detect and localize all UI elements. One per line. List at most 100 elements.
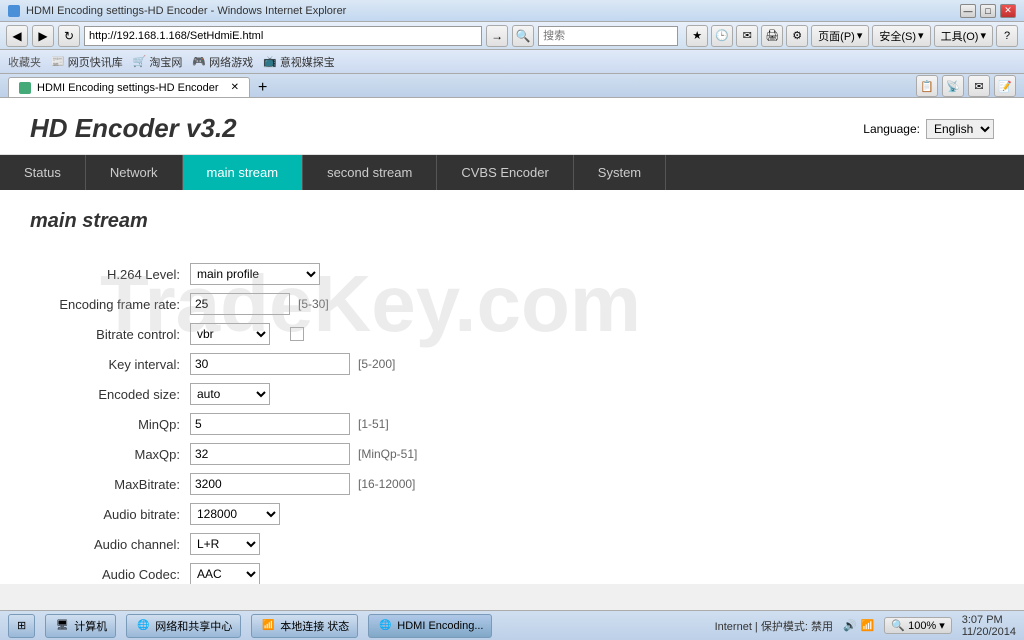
clock: 3:07 PM 11/20/2014 xyxy=(962,614,1016,638)
tab-favicon xyxy=(19,82,31,94)
language-selector: Language: English xyxy=(863,119,994,139)
zoom-icon: 🔍 xyxy=(891,619,905,632)
checkbox-bitrate[interactable] xyxy=(290,327,304,341)
page-title: HD Encoder v3.2 xyxy=(30,113,237,144)
select-audio-codec[interactable]: AAC MP3 xyxy=(190,563,260,584)
feeds-icon[interactable]: 📡 xyxy=(942,75,964,97)
tab-main-stream[interactable]: main stream xyxy=(183,155,304,190)
page-header: HD Encoder v3.2 Language: English xyxy=(0,98,1024,155)
tab-bar: HDMI Encoding settings-HD Encoder ✕ + 📋 … xyxy=(0,74,1024,98)
taskbar-network[interactable]: 🌐 网络和共享中心 xyxy=(126,614,241,638)
taskbar-hdmi-label: HDMI Encoding... xyxy=(397,620,483,632)
zoom-dropdown-icon: ▾ xyxy=(939,619,945,632)
go-button[interactable]: → xyxy=(486,25,508,47)
system-tray: 🔊 📶 xyxy=(843,619,874,632)
start-button[interactable]: ⊞ xyxy=(8,614,35,638)
new-tab-button[interactable]: + xyxy=(254,79,271,97)
form-row-key-interval: Key interval: [5-200] xyxy=(30,353,994,375)
computer-icon: 🖥 xyxy=(54,618,70,634)
form-row-audio-channel: Audio channel: L+R L R xyxy=(30,533,994,555)
speaker-icon: 🔊 xyxy=(843,619,857,632)
windows-icon: ⊞ xyxy=(17,619,26,632)
status-indicator: Internet | 保护模式: 禁用 xyxy=(715,618,833,634)
form-row-audio-bitrate: Audio bitrate: 128000 64000 256000 xyxy=(30,503,994,525)
history-icon[interactable]: 🕒 xyxy=(711,25,733,47)
form-row-h264-level: H.264 Level: main profile baseline high xyxy=(30,263,994,285)
research-icon[interactable]: 📋 xyxy=(916,75,938,97)
label-audio-channel: Audio channel: xyxy=(30,537,190,552)
browser-toolbar: ◀ ▶ ↻ → 🔍 ★ 🕒 ✉ 🖨 ⚙ 页面(P) ▾ 安全(S) ▾ 工具(O… xyxy=(0,22,1024,50)
browser-title: HDMI Encoding settings-HD Encoder - Wind… xyxy=(26,5,960,17)
back-button[interactable]: ◀ xyxy=(6,25,28,47)
label-encoded-size: Encoded size: xyxy=(30,387,190,402)
taskbar-network-label: 网络和共享中心 xyxy=(155,618,232,634)
tab-cvbs-encoder[interactable]: CVBS Encoder xyxy=(437,155,573,190)
tab-label: HDMI Encoding settings-HD Encoder xyxy=(37,82,219,94)
network-tray-icon: 📶 xyxy=(861,619,875,632)
taskbar-hdmi[interactable]: 🌐 HDMI Encoding... xyxy=(368,614,492,638)
zoom-indicator[interactable]: 🔍 100% ▾ xyxy=(884,617,951,634)
bookmark-4[interactable]: 📺 意视媒探宝 xyxy=(263,54,335,70)
bookmarks-label: 收藏夹 xyxy=(8,54,41,70)
label-audio-codec: Audio Codec: xyxy=(30,567,190,582)
taskbar-connection[interactable]: 📶 本地连接 状态 xyxy=(251,614,358,638)
forward-button[interactable]: ▶ xyxy=(32,25,54,47)
taskbar-computer-label: 计算机 xyxy=(74,618,107,634)
input-maxbitrate[interactable] xyxy=(190,473,350,495)
form-table: H.264 Level: main profile baseline high … xyxy=(30,263,994,584)
taskbar-computer[interactable]: 🖥 计算机 xyxy=(45,614,116,638)
safety-menu[interactable]: 安全(S) ▾ xyxy=(872,25,930,47)
select-encoded-size[interactable]: auto 1920x1080 1280x720 xyxy=(190,383,270,405)
search-icon: 🔍 xyxy=(512,25,534,47)
refresh-button[interactable]: ↻ xyxy=(58,25,80,47)
active-tab[interactable]: HDMI Encoding settings-HD Encoder ✕ xyxy=(8,77,250,97)
tab-close-icon[interactable]: ✕ xyxy=(231,82,239,93)
minimize-button[interactable]: — xyxy=(960,4,976,18)
form-row-audio-codec: Audio Codec: AAC MP3 xyxy=(30,563,994,584)
options-icon[interactable]: ⚙ xyxy=(786,25,808,47)
label-minqp: MinQp: xyxy=(30,417,190,432)
close-button[interactable]: ✕ xyxy=(1000,4,1016,18)
bookmark-3[interactable]: 🎮 网络游戏 xyxy=(192,54,253,70)
bookmarks-bar: 收藏夹 📰 网页快讯库 🛒 淘宝网 🎮 网络游戏 📺 意视媒探宝 xyxy=(0,50,1024,74)
input-key-interval[interactable] xyxy=(190,353,350,375)
page-menu[interactable]: 页面(P) ▾ xyxy=(811,25,869,47)
form-row-minqp: MinQp: [1-51] xyxy=(30,413,994,435)
search-input[interactable] xyxy=(538,26,678,46)
tab-status[interactable]: Status xyxy=(0,155,86,190)
mail-icon[interactable]: ✉ xyxy=(736,25,758,47)
form-row-maxbitrate: MaxBitrate: [16-12000] xyxy=(30,473,994,495)
mail2-icon[interactable]: ✉ xyxy=(968,75,990,97)
encoder-page: HD Encoder v3.2 Language: English Status… xyxy=(0,98,1024,584)
zoom-value: 100% xyxy=(908,620,936,632)
browser-title-bar: HDMI Encoding settings-HD Encoder - Wind… xyxy=(0,0,1024,22)
select-bitrate-control[interactable]: vbr cbr xyxy=(190,323,270,345)
bookmark-1[interactable]: 📰 网页快讯库 xyxy=(51,54,123,70)
bookmark-2[interactable]: 🛒 淘宝网 xyxy=(133,54,183,70)
input-framerate[interactable] xyxy=(190,293,290,315)
select-audio-bitrate[interactable]: 128000 64000 256000 xyxy=(190,503,280,525)
print-icon[interactable]: 🖨 xyxy=(761,25,783,47)
input-maxqp[interactable] xyxy=(190,443,350,465)
language-select[interactable]: English xyxy=(926,119,994,139)
form-row-encoded-size: Encoded size: auto 1920x1080 1280x720 xyxy=(30,383,994,405)
input-minqp[interactable] xyxy=(190,413,350,435)
maximize-button[interactable]: □ xyxy=(980,4,996,18)
label-audio-bitrate: Audio bitrate: xyxy=(30,507,190,522)
select-h264-level[interactable]: main profile baseline high xyxy=(190,263,320,285)
blog-icon[interactable]: 📝 xyxy=(994,75,1016,97)
page-content: TradeKey.com HD Encoder v3.2 Language: E… xyxy=(0,98,1024,584)
help-icon[interactable]: ? xyxy=(996,25,1018,47)
tools-menu[interactable]: 工具(O) ▾ xyxy=(934,25,993,47)
status-bar: ⊞ 🖥 计算机 🌐 网络和共享中心 📶 本地连接 状态 🌐 HDMI Encod… xyxy=(0,610,1024,640)
tab-network[interactable]: Network xyxy=(86,155,183,190)
tab-second-stream[interactable]: second stream xyxy=(303,155,437,190)
hint-minqp: [1-51] xyxy=(358,417,389,431)
form-row-bitrate-control: Bitrate control: vbr cbr xyxy=(30,323,994,345)
tab-toolbar-right: 📋 📡 ✉ 📝 xyxy=(916,75,1016,97)
address-bar[interactable] xyxy=(84,26,482,46)
tab-system[interactable]: System xyxy=(574,155,666,190)
select-audio-channel[interactable]: L+R L R xyxy=(190,533,260,555)
form-row-maxqp: MaxQp: [MinQp-51] xyxy=(30,443,994,465)
favorites-icon[interactable]: ★ xyxy=(686,25,708,47)
